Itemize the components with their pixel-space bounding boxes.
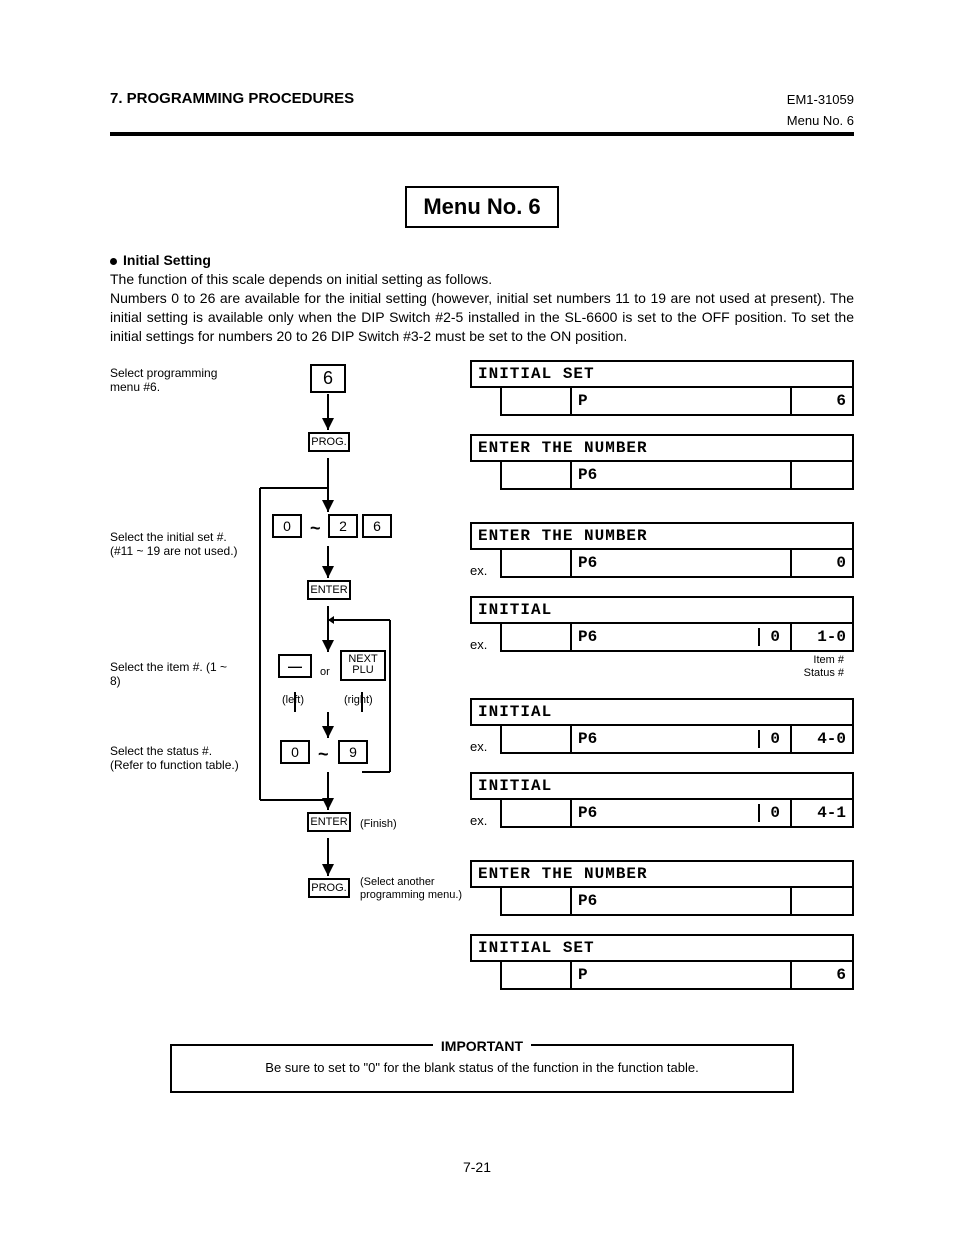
- menu-title-box: Menu No. 6: [405, 186, 558, 228]
- page-header: 7. PROGRAMMING PROCEDURES EM1-31059: [110, 90, 854, 107]
- flow-key-6: 6: [310, 364, 346, 393]
- important-box: IMPORTANT Be sure to set to "0" for the …: [170, 1038, 794, 1093]
- flow-key-next-plu: NEXT PLU: [340, 650, 386, 681]
- flow-label-1: Select programming menu #6.: [110, 366, 240, 395]
- flow-arrows: [110, 360, 450, 930]
- screen-header: ENTER THE NUMBER: [470, 860, 854, 888]
- flow-finish: (Finish): [360, 818, 397, 830]
- flow-key-0b: 0: [280, 740, 310, 764]
- flow-key-enter: ENTER: [307, 580, 351, 600]
- screen-header: INITIAL: [470, 596, 854, 624]
- content-grid: Select programming menu #6. Select the i…: [110, 360, 854, 1008]
- page: 7. PROGRAMMING PROCEDURES EM1-31059 Menu…: [0, 0, 954, 1235]
- paragraph: The function of this scale depends on in…: [110, 270, 854, 346]
- screen-group: ENTER THE NUMBER ex. P60: [470, 522, 854, 578]
- flow-left: (left): [282, 694, 304, 706]
- bullet-title: Initial Setting: [123, 252, 211, 268]
- flowchart: Select programming menu #6. Select the i…: [110, 360, 450, 930]
- menu-no-header: Menu No. 6: [110, 113, 854, 128]
- screen-group: INITIAL SETP6: [470, 934, 854, 990]
- screen-header: INITIAL SET: [470, 934, 854, 962]
- page-number: 7-21: [0, 1159, 954, 1175]
- ex-label: ex.: [470, 813, 496, 828]
- flow-label-3: Select the item #. (1 ~ 8): [110, 660, 240, 689]
- screen-row: P604-0: [500, 726, 854, 754]
- important-label: IMPORTANT: [433, 1038, 531, 1054]
- ex-label: ex.: [470, 637, 496, 652]
- screen-annotation: Item # Status #: [470, 652, 854, 680]
- screen-header: ENTER THE NUMBER: [470, 522, 854, 550]
- screen-row: P601-0: [500, 624, 854, 652]
- screen-group: INITIAL ex. P604-0: [470, 698, 854, 754]
- screen-row: P6: [500, 462, 854, 490]
- screen-header: INITIAL: [470, 772, 854, 800]
- screen-group: ENTER THE NUMBERP6: [470, 860, 854, 916]
- screen-row: P6: [500, 388, 854, 416]
- screen-row: P6: [500, 888, 854, 916]
- flow-key-2: 2: [328, 514, 358, 538]
- ex-label: ex.: [470, 563, 496, 578]
- flow-key-prog: PROG.: [308, 432, 350, 452]
- flow-tilde-1: ~: [310, 518, 321, 539]
- flow-tilde-2: ~: [318, 744, 329, 765]
- screen-header: INITIAL SET: [470, 360, 854, 388]
- screen-header: ENTER THE NUMBER: [470, 434, 854, 462]
- flow-key-prog2: PROG.: [308, 878, 350, 898]
- flow-or: or: [320, 666, 330, 678]
- screen-group: INITIAL ex. P601-0Item # Status #: [470, 596, 854, 680]
- screen-row: P60: [500, 550, 854, 578]
- screen-group: ENTER THE NUMBERP6: [470, 434, 854, 490]
- screen-header: INITIAL: [470, 698, 854, 726]
- ex-label: ex.: [470, 739, 496, 754]
- flow-key-0: 0: [272, 514, 302, 538]
- screen-row: P604-1: [500, 800, 854, 828]
- flow-key-9: 9: [338, 740, 368, 764]
- flow-select-another: (Select another programming menu.): [360, 876, 480, 902]
- screen-row: P6: [500, 962, 854, 990]
- flow-key-minus: —: [278, 654, 312, 678]
- flow-right: (right): [344, 694, 373, 706]
- bullet-icon: [110, 258, 117, 265]
- screens-column: INITIAL SETP6ENTER THE NUMBERP6ENTER THE…: [470, 360, 854, 1008]
- flow-label-4: Select the status #. (Refer to function …: [110, 744, 240, 773]
- flow-key-enter2: ENTER: [307, 812, 351, 832]
- bullet-heading: Initial Setting: [110, 252, 854, 268]
- flow-key-6b: 6: [362, 514, 392, 538]
- section-title: 7. PROGRAMMING PROCEDURES: [110, 90, 354, 107]
- doc-id: EM1-31059: [787, 92, 854, 107]
- flow-label-2: Select the initial set #. (#11 ~ 19 are …: [110, 530, 240, 559]
- screen-group: INITIAL ex. P604-1: [470, 772, 854, 828]
- screen-group: INITIAL SETP6: [470, 360, 854, 416]
